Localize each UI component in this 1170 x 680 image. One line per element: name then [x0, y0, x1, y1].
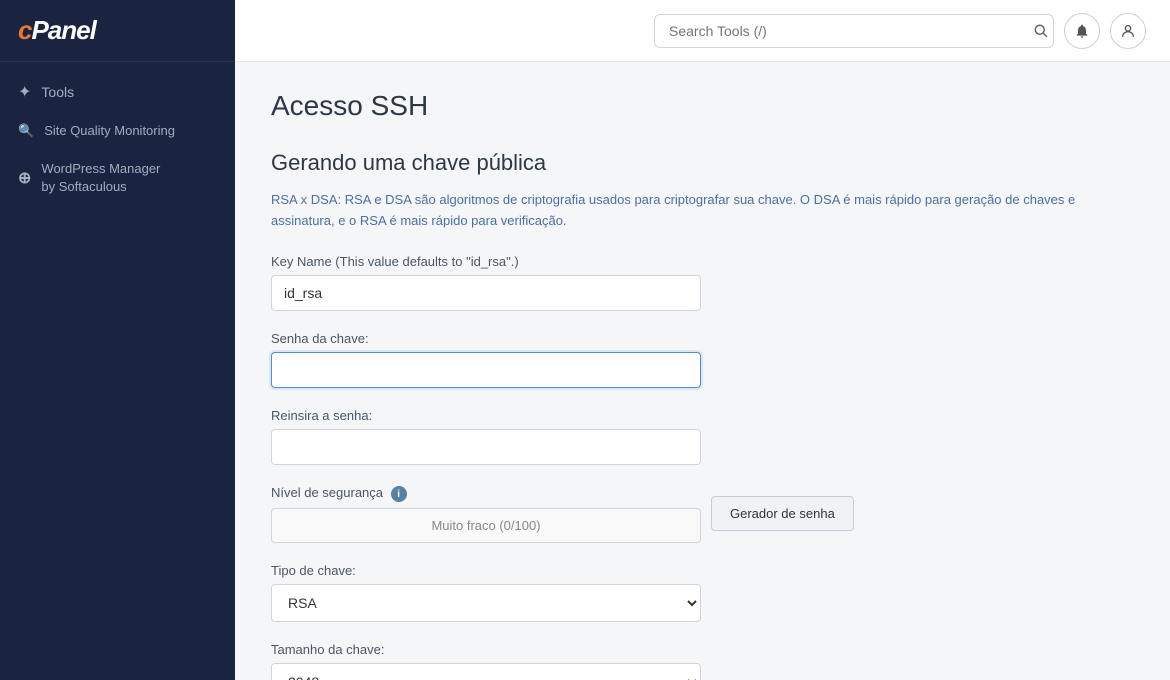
- user-icon: [1120, 23, 1136, 39]
- sidebar-nav: ✦ Tools 🔍 Site Quality Monitoring ⊕ Word…: [0, 62, 235, 217]
- user-menu-button[interactable]: [1110, 13, 1146, 49]
- password-label: Senha da chave:: [271, 331, 701, 346]
- sidebar-item-tools[interactable]: ✦ Tools: [0, 72, 235, 112]
- logo-area: cPanel: [0, 0, 235, 62]
- generate-password-button[interactable]: Gerador de senha: [711, 496, 854, 531]
- notifications-button[interactable]: [1064, 13, 1100, 49]
- key-type-label: Tipo de chave:: [271, 563, 701, 578]
- search-icon: [1033, 23, 1048, 38]
- topbar: [235, 0, 1170, 62]
- key-name-label: Key Name (This value defaults to "id_rsa…: [271, 254, 701, 269]
- confirm-password-input[interactable]: [271, 429, 701, 465]
- confirm-password-label: Reinsira a senha:: [271, 408, 701, 423]
- sidebar-item-wordpress-label: WordPress Managerby Softaculous: [41, 160, 160, 196]
- sidebar-item-tools-label: Tools: [41, 84, 74, 100]
- key-name-group: Key Name (This value defaults to "id_rsa…: [271, 254, 701, 311]
- search-input[interactable]: [654, 14, 1054, 48]
- sidebar: cPanel ✦ Tools 🔍 Site Quality Monitoring…: [0, 0, 235, 680]
- sidebar-item-site-quality[interactable]: 🔍 Site Quality Monitoring: [0, 112, 235, 150]
- confirm-password-group: Reinsira a senha:: [271, 408, 701, 465]
- content: Acesso SSH Gerando uma chave pública RSA…: [235, 62, 1170, 680]
- key-type-group: Tipo de chave: RSA DSA ECDSA Ed25519: [271, 563, 701, 622]
- section-title: Gerando uma chave pública: [271, 150, 1134, 176]
- bell-icon: [1074, 23, 1090, 39]
- password-group: Senha da chave:: [271, 331, 701, 388]
- key-type-select[interactable]: RSA DSA ECDSA Ed25519: [271, 584, 701, 622]
- security-group: Nível de segurança i Muito fraco (0/100): [271, 485, 701, 544]
- wordpress-icon: ⊕: [18, 168, 31, 188]
- security-row: Nível de segurança i Muito fraco (0/100)…: [271, 485, 971, 544]
- security-info-icon[interactable]: i: [391, 486, 407, 502]
- security-bar: Muito fraco (0/100): [271, 508, 701, 543]
- tools-icon: ✦: [18, 82, 31, 102]
- key-size-group: Tamanho da chave: 1024 2048 4096: [271, 642, 701, 680]
- description-text: RSA x DSA: RSA e DSA são algoritmos de c…: [271, 190, 1134, 232]
- search-button[interactable]: [1033, 23, 1048, 38]
- search-wrapper: [654, 14, 1054, 48]
- key-size-select[interactable]: 1024 2048 4096: [271, 663, 701, 680]
- key-name-input[interactable]: [271, 275, 701, 311]
- cpanel-logo: cPanel: [18, 15, 96, 46]
- main-area: Acesso SSH Gerando uma chave pública RSA…: [235, 0, 1170, 680]
- page-title: Acesso SSH: [271, 90, 1134, 122]
- site-quality-icon: 🔍: [18, 123, 34, 139]
- sidebar-item-wordpress[interactable]: ⊕ WordPress Managerby Softaculous: [0, 150, 235, 206]
- sidebar-item-site-quality-label: Site Quality Monitoring: [44, 122, 175, 140]
- password-input[interactable]: [271, 352, 701, 388]
- security-label: Nível de segurança i: [271, 485, 701, 503]
- key-size-label: Tamanho da chave:: [271, 642, 701, 657]
